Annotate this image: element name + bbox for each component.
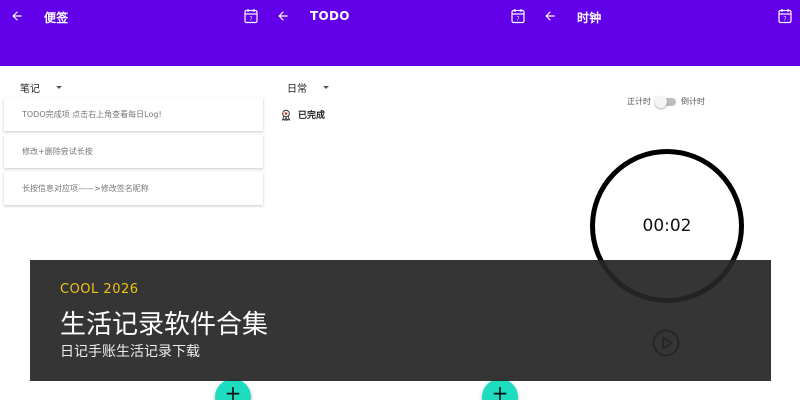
count-down-label: 倒计时 xyxy=(681,97,705,106)
svg-text:7: 7 xyxy=(249,17,252,23)
back-arrow-icon[interactable] xyxy=(543,9,557,23)
app-bar: 便签 7 xyxy=(0,0,266,66)
svg-text:7: 7 xyxy=(516,17,519,23)
caret-down-icon xyxy=(56,86,62,89)
app-bar: 时钟 7 xyxy=(533,0,800,66)
note-card[interactable]: 长按信息对应项——>修改签名昵称 xyxy=(4,172,263,205)
completed-toggle[interactable]: 已完成 xyxy=(280,108,325,121)
caret-down-icon xyxy=(323,86,329,89)
note-text: TODO完成项 点击右上角查看每日Log! xyxy=(22,110,162,119)
category-dropdown[interactable]: 日常 xyxy=(287,80,329,95)
calendar-icon[interactable]: 7 xyxy=(778,8,792,24)
promo-banner: COOL 2026 生活记录软件合集 日记手账生活记录下载 xyxy=(30,260,771,381)
note-text: 长按信息对应项——>修改签名昵称 xyxy=(22,184,149,193)
banner-tag: COOL 2026 xyxy=(60,282,139,297)
dropdown-value: 笔记 xyxy=(20,84,40,95)
add-note-button[interactable]: + xyxy=(215,379,251,400)
back-arrow-icon[interactable] xyxy=(10,9,24,23)
page-title: 便签 xyxy=(44,11,69,25)
toggle-knob xyxy=(655,95,667,108)
category-dropdown[interactable]: 笔记 xyxy=(20,80,62,95)
banner-title: 生活记录软件合集 xyxy=(60,310,269,340)
count-up-label: 正计时 xyxy=(627,97,651,106)
svg-text:7: 7 xyxy=(783,17,786,23)
page-title: 时钟 xyxy=(577,11,602,25)
back-arrow-icon[interactable] xyxy=(276,9,290,23)
calendar-icon[interactable]: 7 xyxy=(511,8,525,24)
calendar-icon[interactable]: 7 xyxy=(244,8,258,24)
dropdown-value: 日常 xyxy=(287,84,307,95)
plus-icon: + xyxy=(224,381,242,400)
mode-toggle[interactable] xyxy=(655,95,676,108)
banner-subtitle: 日记手账生活记录下载 xyxy=(60,344,200,360)
plus-icon: + xyxy=(491,381,509,400)
award-icon xyxy=(281,109,291,121)
page-title: TODO xyxy=(310,9,350,23)
timer-text: 00:02 xyxy=(642,216,692,236)
add-todo-button[interactable]: + xyxy=(482,379,518,400)
note-card[interactable]: TODO完成项 点击右上角查看每日Log! xyxy=(4,98,263,131)
timer-mode-switch[interactable]: 正计时 倒计时 xyxy=(627,95,705,108)
note-text: 修改+删除尝试长按 xyxy=(22,147,93,156)
completed-label: 已完成 xyxy=(298,111,326,121)
app-bar: TODO 7 xyxy=(266,0,533,66)
note-card[interactable]: 修改+删除尝试长按 xyxy=(4,135,263,168)
